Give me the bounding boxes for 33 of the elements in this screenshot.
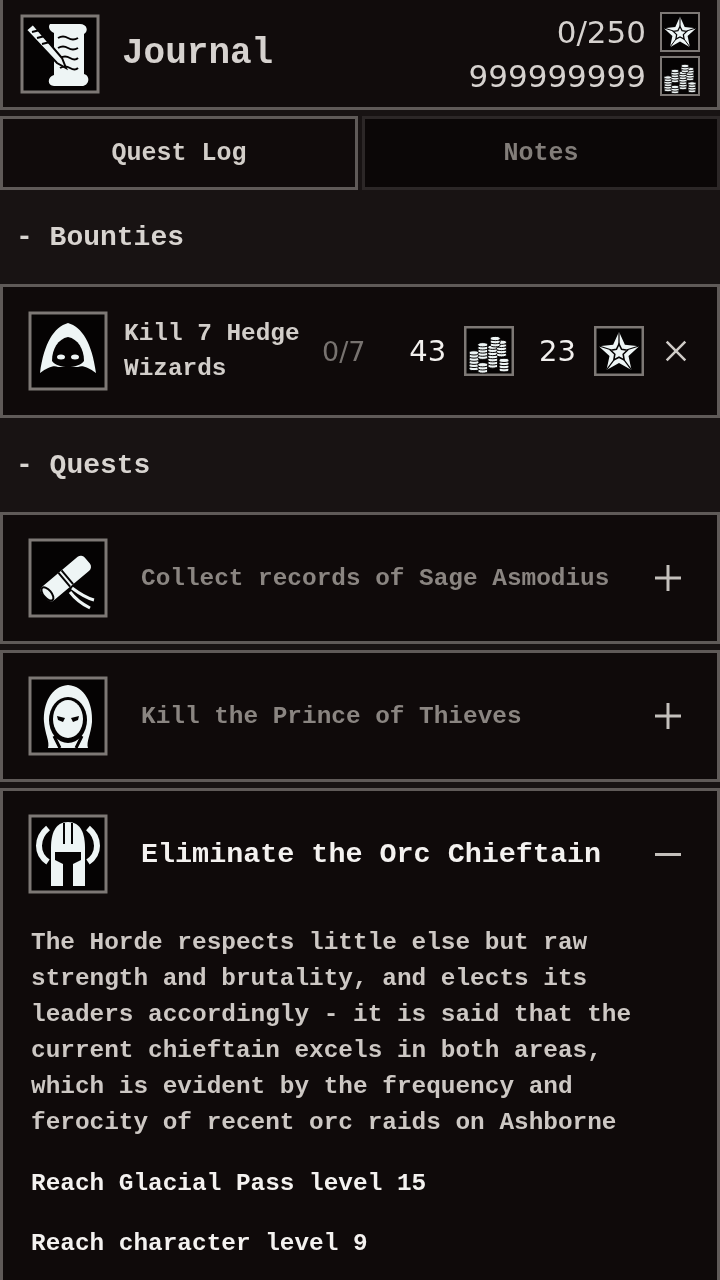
section-heading[interactable]: - Bounties (0, 190, 720, 284)
reward-amount: 43 (409, 334, 447, 368)
section-heading[interactable]: - Quests (0, 418, 720, 512)
currency-amount: 999999999 (468, 56, 646, 96)
bounty-progress: 0/7 (322, 335, 366, 367)
journal-title: Journal (122, 33, 274, 74)
minus-icon (655, 852, 681, 856)
hood-icon (28, 311, 108, 391)
quest-card[interactable]: Collect records of Sage Asmodius (0, 512, 720, 644)
expand-button[interactable] (652, 700, 684, 732)
quest-title: Collect records of Sage Asmodius (141, 564, 611, 592)
hooded-face-icon (28, 676, 108, 756)
coin-stack-icon (464, 326, 515, 376)
horned-helmet-icon (28, 814, 108, 894)
expand-button[interactable] (652, 562, 684, 594)
quest-card[interactable] (0, 788, 720, 1280)
currency-amount: 0/250 (556, 12, 646, 52)
coin-stack-icon (660, 55, 700, 96)
plus-icon (655, 703, 681, 729)
quest-requirement: Reach character level 9 (31, 1229, 369, 1259)
scroll-quill-icon (20, 13, 100, 94)
quest-requirement: Reach Glacial Pass level 15 (31, 1169, 428, 1199)
quest-title: Eliminate the Orc Chieftain (141, 837, 602, 871)
close-icon (665, 340, 687, 362)
scroll-icon (28, 538, 108, 618)
quest-description: The Horde respects little else but raw strength and brutality, and elects its leaders accordingly - it is said that the current chieftain excels in both areas, which is evident by the frequency and ferocity of recent orc raids on Ashborne (31, 928, 633, 1138)
bounty-title: Kill 7 Hedge Wizards (124, 319, 301, 384)
plus-icon (655, 565, 681, 591)
quest-title: Kill the Prince of Thieves (141, 702, 523, 730)
quest-card[interactable]: Kill the Prince of Thieves (0, 650, 720, 782)
tab[interactable]: Notes (362, 116, 720, 190)
reward-amount: 23 (539, 334, 576, 368)
tab[interactable]: Quest Log (0, 116, 358, 190)
